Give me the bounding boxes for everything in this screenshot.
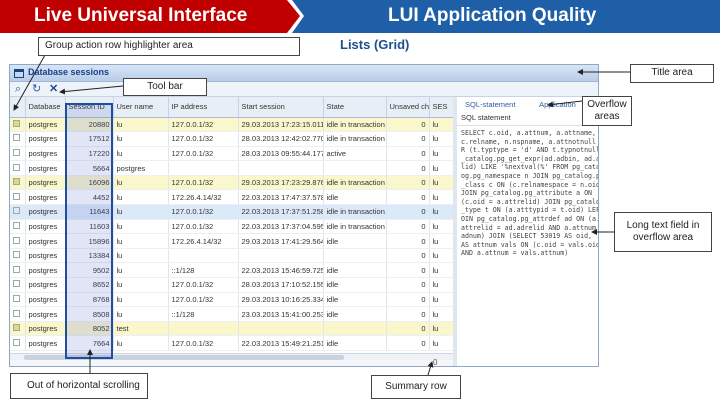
callout-overflow: Overflow areas [582,96,632,126]
callout-long-text: Long text field in overflow area [614,212,712,252]
callout-toolbar: Tool bar [123,78,207,96]
callout-arrows [13,54,630,376]
callout-group-action: Group action row highlighter area [38,37,300,56]
callout-title-area: Title area [630,64,714,83]
callout-summary-row: Summary row [371,375,461,399]
callout-out-of-scroll: Out of horizontal scrolling [10,373,148,399]
